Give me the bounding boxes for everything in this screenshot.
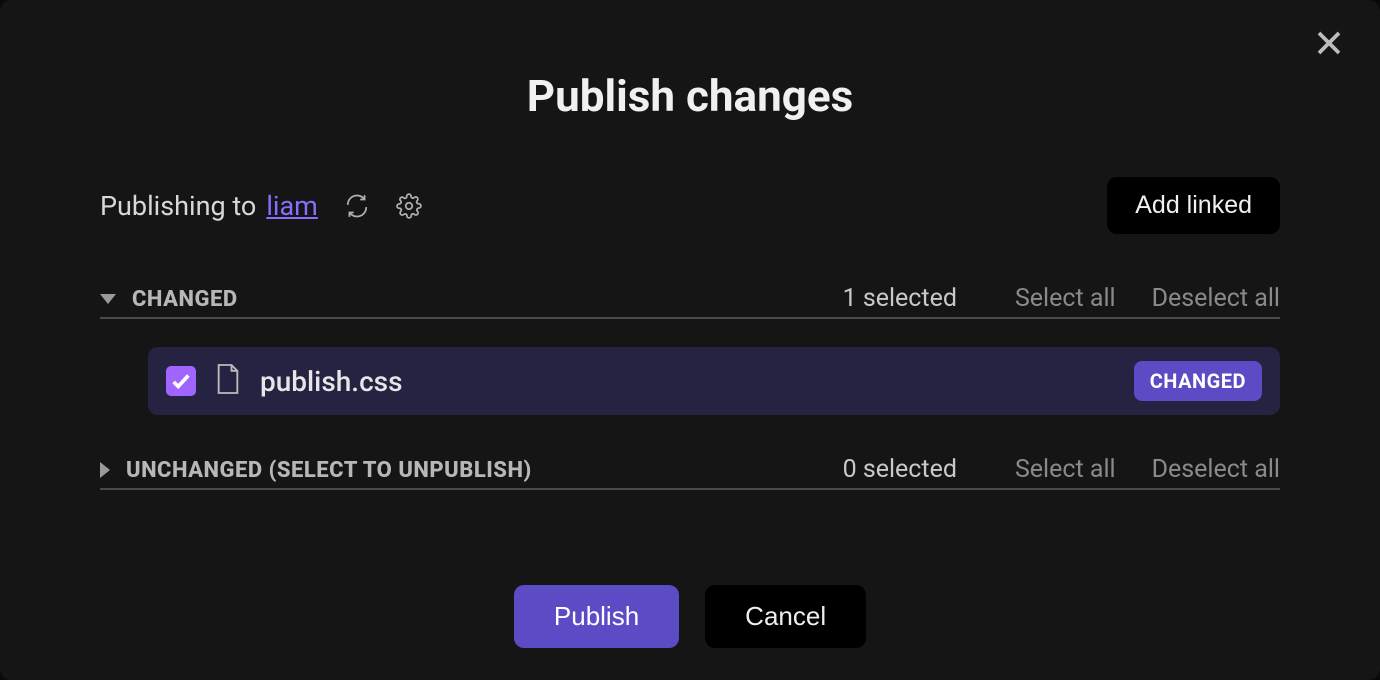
cancel-button[interactable]: Cancel bbox=[705, 585, 866, 648]
unchanged-deselect-all[interactable]: Deselect all bbox=[1152, 455, 1280, 484]
add-linked-button[interactable]: Add linked bbox=[1107, 177, 1280, 234]
file-row[interactable]: publish.css CHANGED bbox=[148, 347, 1280, 415]
modal-title: Publish changes bbox=[100, 70, 1280, 122]
publishing-prefix: Publishing to bbox=[100, 190, 256, 222]
refresh-icon bbox=[344, 193, 370, 219]
check-icon bbox=[170, 370, 192, 392]
file-icon bbox=[214, 362, 242, 400]
refresh-button[interactable] bbox=[344, 193, 370, 219]
modal-footer: Publish Cancel bbox=[100, 585, 1280, 648]
file-status-badge: CHANGED bbox=[1134, 361, 1262, 401]
gear-icon bbox=[396, 193, 422, 219]
file-checkbox[interactable] bbox=[166, 366, 196, 396]
caret-down-icon bbox=[100, 294, 116, 304]
unchanged-section-title: UNCHANGED (SELECT TO UNPUBLISH) bbox=[126, 458, 532, 483]
close-button[interactable] bbox=[1314, 28, 1344, 62]
changed-selected-count: 1 selected bbox=[843, 284, 957, 313]
close-icon bbox=[1314, 28, 1344, 58]
publish-target-left: Publishing to liam bbox=[100, 190, 422, 222]
changed-deselect-all[interactable]: Deselect all bbox=[1152, 284, 1280, 313]
changed-section-header[interactable]: CHANGED 1 selected Select all Deselect a… bbox=[100, 284, 1280, 319]
caret-right-icon bbox=[100, 462, 110, 478]
file-name: publish.css bbox=[260, 365, 1116, 398]
unchanged-selected-count: 0 selected bbox=[843, 455, 957, 484]
changed-select-all[interactable]: Select all bbox=[1015, 284, 1116, 313]
unchanged-select-all[interactable]: Select all bbox=[1015, 455, 1116, 484]
publish-modal: Publish changes Publishing to liam Add l bbox=[0, 0, 1380, 680]
settings-button[interactable] bbox=[396, 193, 422, 219]
unchanged-section-header[interactable]: UNCHANGED (SELECT TO UNPUBLISH) 0 select… bbox=[100, 455, 1280, 490]
publish-target-link[interactable]: liam bbox=[266, 190, 318, 222]
changed-section-title: CHANGED bbox=[132, 287, 238, 312]
publish-target-row: Publishing to liam Add linked bbox=[100, 177, 1280, 234]
publish-button[interactable]: Publish bbox=[514, 585, 679, 648]
